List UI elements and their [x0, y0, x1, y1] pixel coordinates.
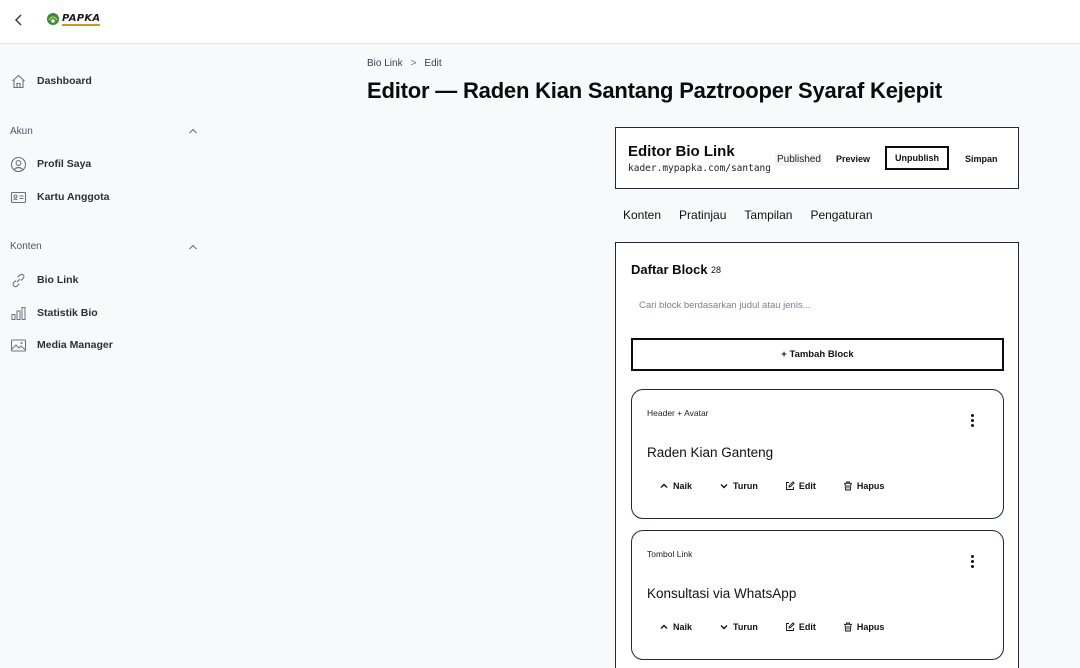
- chevron-up-icon: [660, 483, 668, 488]
- app-logo[interactable]: PAPKA: [46, 11, 101, 27]
- user-icon: [10, 156, 27, 172]
- edit-label: Edit: [798, 481, 816, 491]
- tab-tampilan[interactable]: Tampilan: [744, 208, 792, 222]
- sidebar: Dashboard Akun Profil Saya Kartu Anggota…: [0, 44, 210, 668]
- logo-text: PAPKA: [62, 12, 101, 26]
- breadcrumb-parent-link[interactable]: Bio Link: [367, 58, 403, 69]
- move-up-label: Naik: [673, 481, 693, 491]
- block-card: Tombol Link Konsultasi via WhatsApp Naik…: [631, 530, 1004, 660]
- block-card: Header + Avatar Raden Kian Ganteng Naik …: [631, 389, 1004, 519]
- home-icon: [12, 74, 25, 88]
- block-type-label: Tombol Link: [647, 549, 693, 559]
- section-label-akun: Akun: [10, 126, 33, 137]
- editor-header-card: Editor Bio Link kader.mypapka.com/santan…: [615, 127, 1019, 189]
- chevron-down-icon: [720, 625, 728, 630]
- status-badge: Published: [775, 153, 823, 166]
- breadcrumb-separator: >: [410, 58, 417, 69]
- sidebar-item-label: Bio Link: [37, 274, 79, 286]
- link-icon: [12, 273, 25, 287]
- sidebar-item-kartu-anggota[interactable]: Kartu Anggota: [10, 187, 110, 207]
- sidebar-item-label: Statistik Bio: [37, 307, 98, 319]
- breadcrumb-current: Edit: [424, 58, 442, 69]
- id-card-icon: [10, 191, 27, 203]
- block-list-title: Daftar Block: [631, 262, 708, 277]
- move-down-button[interactable]: Turun: [719, 481, 758, 491]
- sidebar-item-label: Dashboard: [37, 75, 92, 87]
- image-icon: [10, 338, 27, 352]
- sidebar-item-label: Kartu Anggota: [37, 191, 110, 203]
- tab-pratinjau[interactable]: Pratinjau: [679, 208, 726, 222]
- top-bar: PAPKA: [0, 0, 1080, 44]
- block-type-label: Header + Avatar: [647, 408, 709, 418]
- chevron-up-icon[interactable]: [188, 243, 198, 251]
- sidebar-item-media-manager[interactable]: Media Manager: [10, 335, 113, 355]
- tab-pengaturan[interactable]: Pengaturan: [810, 208, 872, 222]
- save-button[interactable]: Simpan: [965, 154, 998, 164]
- more-options-icon[interactable]: [968, 555, 976, 569]
- edit-icon: [785, 481, 795, 490]
- block-count-badge: 28: [711, 265, 722, 275]
- bar-chart-icon: [11, 306, 26, 320]
- delete-block-button[interactable]: Hapus: [843, 622, 885, 632]
- delete-label: Hapus: [856, 481, 885, 491]
- move-down-label: Turun: [733, 481, 758, 491]
- trash-icon: [843, 481, 852, 491]
- edit-block-button[interactable]: Edit: [785, 481, 816, 491]
- trash-icon: [843, 622, 852, 632]
- block-actions: Naik Turun Edit Hapus: [659, 622, 911, 632]
- delete-label: Hapus: [856, 622, 885, 632]
- back-arrow-icon[interactable]: [11, 10, 27, 30]
- block-title: Konsultasi via WhatsApp: [647, 586, 797, 601]
- sidebar-item-bio-link[interactable]: Bio Link: [10, 270, 78, 290]
- block-title: Raden Kian Ganteng: [647, 445, 774, 460]
- chevron-up-icon: [660, 624, 668, 629]
- more-options-icon[interactable]: [968, 414, 976, 428]
- editor-tabs: Konten Pratinjau Tampilan Pengaturan: [623, 208, 873, 222]
- move-down-button[interactable]: Turun: [719, 622, 758, 632]
- edit-block-button[interactable]: Edit: [785, 622, 816, 632]
- section-label-konten: Konten: [10, 241, 42, 252]
- page-title: Editor — Raden Kian Santang Paztrooper S…: [367, 78, 942, 103]
- chevron-down-icon: [720, 484, 728, 489]
- tab-konten[interactable]: Konten: [623, 208, 661, 222]
- logo-emblem-icon: [47, 13, 59, 25]
- delete-block-button[interactable]: Hapus: [843, 481, 885, 491]
- bio-link-url: kader.mypapka.com/santang: [628, 163, 771, 174]
- sidebar-item-label: Media Manager: [37, 339, 113, 351]
- move-up-button[interactable]: Naik: [659, 481, 692, 491]
- unpublish-button[interactable]: Unpublish: [885, 146, 949, 170]
- move-up-button[interactable]: Naik: [659, 622, 692, 632]
- block-search-input[interactable]: [631, 293, 1003, 317]
- block-actions: Naik Turun Edit Hapus: [659, 481, 911, 491]
- block-list-panel: Daftar Block 28 + Tambah Block Header + …: [615, 242, 1019, 668]
- editor-title: Editor Bio Link: [628, 143, 735, 160]
- sidebar-item-statistik-bio[interactable]: Statistik Bio: [10, 303, 98, 323]
- sidebar-item-profil-saya[interactable]: Profil Saya: [10, 154, 91, 174]
- breadcrumb: Bio Link > Edit: [367, 58, 442, 69]
- chevron-up-icon[interactable]: [188, 127, 198, 135]
- move-down-label: Turun: [733, 622, 758, 632]
- sidebar-item-label: Profil Saya: [37, 158, 92, 170]
- edit-icon: [785, 622, 795, 631]
- sidebar-item-dashboard[interactable]: Dashboard: [10, 71, 92, 91]
- add-block-button[interactable]: + Tambah Block: [631, 338, 1004, 371]
- move-up-label: Naik: [673, 622, 693, 632]
- edit-label: Edit: [798, 622, 816, 632]
- preview-button[interactable]: Preview: [836, 154, 870, 164]
